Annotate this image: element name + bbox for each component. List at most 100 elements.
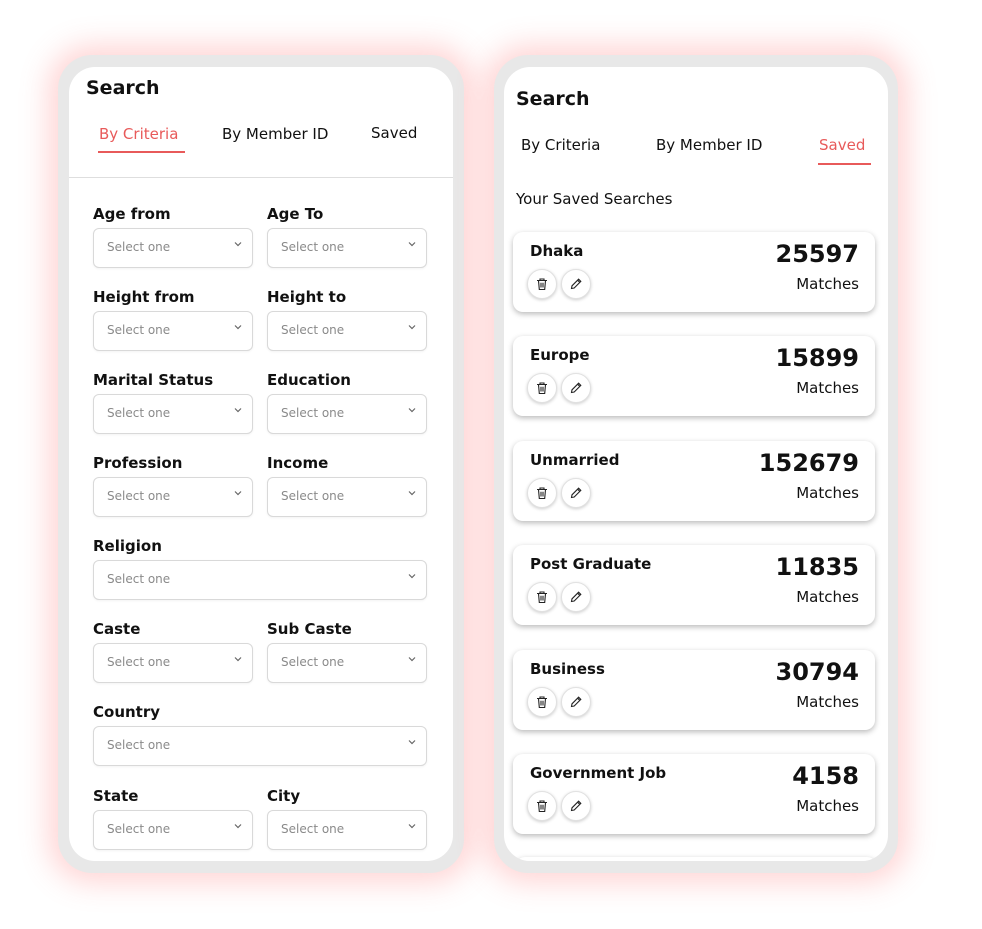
edit-button[interactable] bbox=[561, 686, 591, 717]
country-label: Country bbox=[93, 703, 161, 721]
chevron-down-icon bbox=[234, 321, 242, 334]
saved-search-card[interactable]: Government Job 4158 Matches bbox=[513, 754, 875, 834]
edit-button[interactable] bbox=[561, 373, 591, 404]
select-placeholder: Select one bbox=[107, 738, 171, 752]
select-placeholder: Select one bbox=[107, 323, 171, 337]
tab-by-member-id[interactable]: By Member ID bbox=[656, 136, 762, 154]
education-select[interactable]: Select one bbox=[267, 394, 427, 434]
sub-caste-select[interactable]: Select one bbox=[267, 643, 427, 683]
saved-search-card[interactable]: Dhaka 25597 Matches bbox=[513, 232, 875, 312]
delete-button[interactable] bbox=[527, 373, 557, 404]
page-title: Search bbox=[86, 77, 160, 99]
age-from-label: Age from bbox=[93, 205, 171, 223]
select-placeholder: Select one bbox=[281, 655, 345, 669]
chevron-down-icon bbox=[408, 487, 416, 500]
profession-select[interactable]: Select one bbox=[93, 477, 253, 517]
tab-saved[interactable]: Saved bbox=[819, 136, 865, 154]
select-placeholder: Select one bbox=[107, 489, 171, 503]
active-tab-indicator bbox=[818, 163, 871, 165]
chevron-down-icon bbox=[408, 238, 416, 251]
select-placeholder: Select one bbox=[107, 406, 171, 420]
chevron-down-icon bbox=[234, 820, 242, 833]
matches-label: Matches bbox=[796, 797, 859, 815]
tab-by-member-id[interactable]: By Member ID bbox=[222, 125, 328, 143]
age-to-label: Age To bbox=[267, 205, 324, 223]
height-to-label: Height to bbox=[267, 288, 347, 306]
matches-label: Matches bbox=[796, 692, 859, 711]
delete-button[interactable] bbox=[527, 269, 557, 299]
education-label: Education bbox=[267, 371, 351, 389]
chevron-down-icon bbox=[408, 820, 416, 833]
saved-search-card[interactable]: Business 30794 Matches bbox=[513, 649, 875, 730]
matches-label: Matches bbox=[796, 588, 859, 607]
age-to-select[interactable]: Select one bbox=[267, 228, 427, 268]
saved-search-name: Post Graduate bbox=[530, 555, 652, 574]
height-from-label: Height from bbox=[93, 288, 195, 306]
saved-search-card[interactable]: Unmarried 152679 Matches bbox=[513, 440, 875, 521]
state-select[interactable]: Select one bbox=[93, 810, 253, 850]
marital-status-label: Marital Status bbox=[93, 371, 214, 389]
match-count: 30794 bbox=[775, 657, 860, 686]
state-label: State bbox=[93, 787, 139, 805]
select-placeholder: Select one bbox=[107, 240, 171, 254]
saved-search-card[interactable]: Post Graduate 11835 Matches bbox=[513, 545, 875, 626]
select-placeholder: Select one bbox=[107, 822, 171, 836]
religion-label: Religion bbox=[93, 537, 162, 555]
caste-select[interactable]: Select one bbox=[93, 643, 253, 683]
caste-label: Caste bbox=[93, 620, 141, 638]
select-placeholder: Select one bbox=[281, 240, 345, 254]
edit-button[interactable] bbox=[561, 582, 591, 613]
city-label: City bbox=[267, 787, 301, 805]
match-count: 15899 bbox=[775, 344, 860, 373]
select-placeholder: Select one bbox=[281, 822, 345, 836]
chevron-down-icon bbox=[408, 736, 416, 749]
sub-caste-label: Sub Caste bbox=[267, 620, 352, 638]
edit-button[interactable] bbox=[561, 477, 591, 508]
tab-by-criteria[interactable]: By Criteria bbox=[521, 136, 600, 154]
page-title: Search bbox=[516, 88, 590, 110]
saved-search-name: Government Job bbox=[530, 764, 667, 782]
criteria-screen: Search By Criteria By Member ID Saved Ag… bbox=[69, 67, 453, 861]
delete-button[interactable] bbox=[527, 686, 557, 717]
tab-divider bbox=[69, 177, 453, 178]
saved-search-card-partial bbox=[515, 857, 877, 861]
saved-search-name: Dhaka bbox=[530, 242, 584, 260]
match-count: 152679 bbox=[758, 448, 859, 477]
saved-search-card[interactable]: Europe 15899 Matches bbox=[513, 336, 875, 417]
select-placeholder: Select one bbox=[107, 572, 171, 586]
delete-button[interactable] bbox=[527, 477, 557, 508]
income-select[interactable]: Select one bbox=[267, 477, 427, 517]
city-select[interactable]: Select one bbox=[267, 810, 427, 850]
delete-button[interactable] bbox=[527, 791, 557, 821]
match-count: 25597 bbox=[775, 240, 860, 268]
select-placeholder: Select one bbox=[281, 489, 345, 503]
select-placeholder: Select one bbox=[281, 406, 345, 420]
income-label: Income bbox=[267, 454, 329, 472]
height-to-select[interactable]: Select one bbox=[267, 311, 427, 351]
marital-status-select[interactable]: Select one bbox=[93, 394, 253, 434]
country-select[interactable]: Select one bbox=[93, 726, 427, 766]
saved-search-name: Europe bbox=[530, 346, 590, 365]
tab-saved[interactable]: Saved bbox=[371, 124, 417, 142]
chevron-down-icon bbox=[234, 653, 242, 666]
tab-by-criteria[interactable]: By Criteria bbox=[99, 125, 178, 143]
chevron-down-icon bbox=[408, 321, 416, 334]
chevron-down-icon bbox=[234, 404, 242, 417]
chevron-down-icon bbox=[234, 238, 242, 251]
profession-label: Profession bbox=[93, 454, 183, 472]
chevron-down-icon bbox=[234, 487, 242, 500]
matches-label: Matches bbox=[796, 379, 859, 398]
height-from-select[interactable]: Select one bbox=[93, 311, 253, 351]
delete-button[interactable] bbox=[527, 582, 557, 613]
religion-select[interactable]: Select one bbox=[93, 560, 427, 600]
edit-button[interactable] bbox=[561, 269, 591, 299]
saved-screen: Search By Criteria By Member ID Saved Yo… bbox=[504, 67, 888, 861]
select-placeholder: Select one bbox=[107, 655, 171, 669]
matches-label: Matches bbox=[796, 275, 859, 293]
saved-search-name: Unmarried bbox=[530, 450, 620, 469]
chevron-down-icon bbox=[408, 653, 416, 666]
edit-button[interactable] bbox=[561, 791, 591, 821]
chevron-down-icon bbox=[408, 404, 416, 417]
match-count: 4158 bbox=[792, 762, 859, 790]
age-from-select[interactable]: Select one bbox=[93, 228, 253, 268]
